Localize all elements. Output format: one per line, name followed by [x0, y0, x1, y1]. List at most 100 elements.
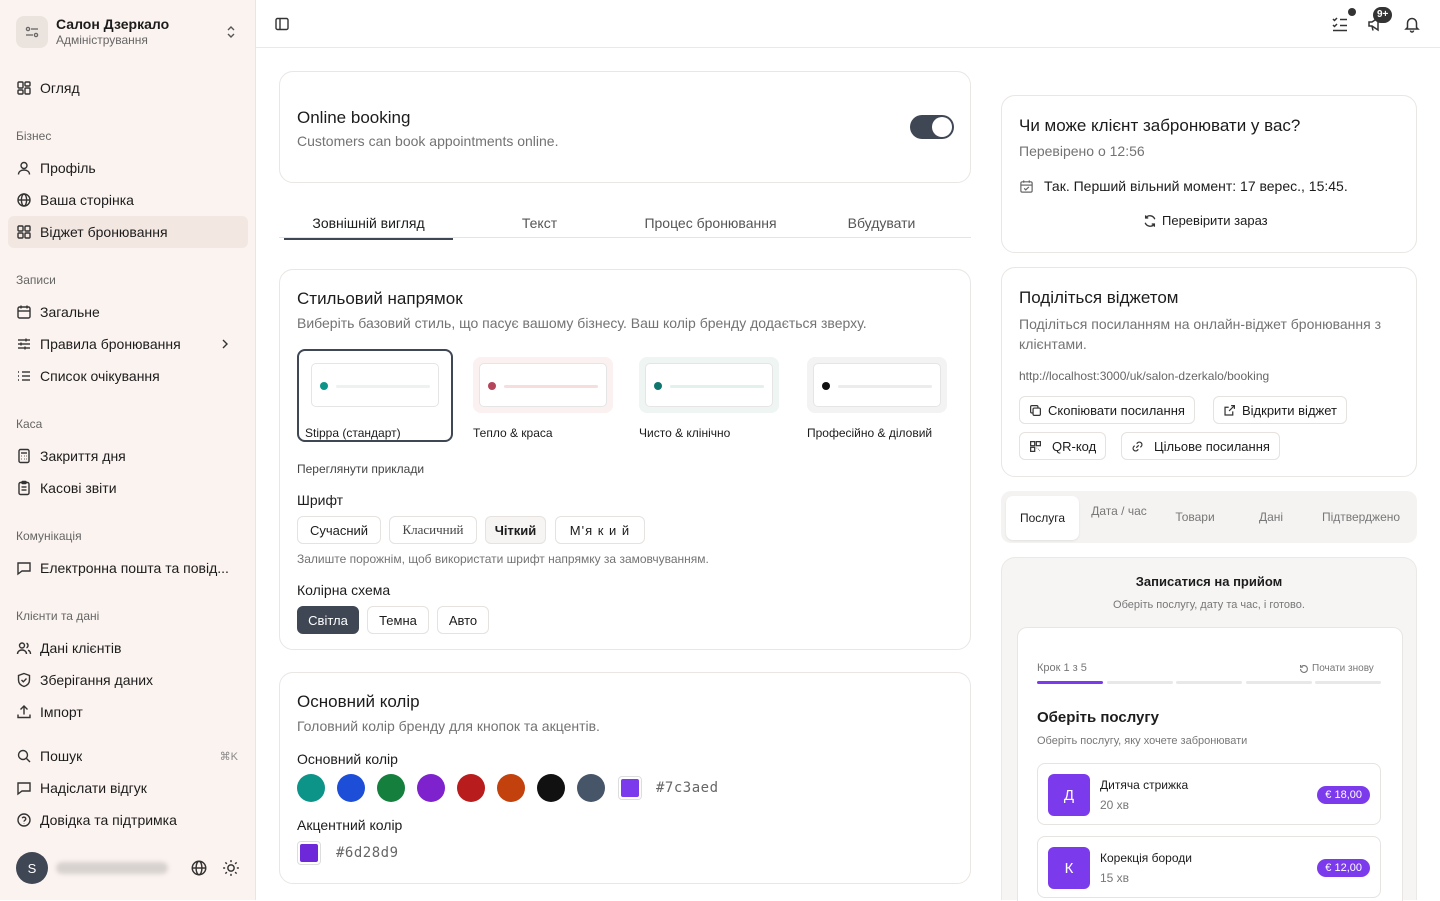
open-widget-label: Відкрити віджет: [1242, 402, 1337, 418]
bell-icon[interactable]: [1400, 12, 1424, 36]
nav-group-cash: Каса: [16, 417, 43, 431]
active-tab-indicator: [284, 238, 453, 240]
sidebar-item-label: Довідка та підтримка: [40, 812, 177, 828]
online-booking-toggle[interactable]: [910, 115, 954, 139]
sidebar-item-label: Імпорт: [40, 704, 83, 720]
sidebar-item-day-close[interactable]: Закриття дня: [8, 440, 248, 472]
nav-group-clients: Клієнти та дані: [16, 609, 100, 623]
color-swatch[interactable]: [497, 774, 525, 802]
style-option-warm[interactable]: Тепло & краса: [473, 357, 629, 450]
restart-button[interactable]: Почати знову: [1299, 663, 1374, 674]
org-subtitle: Адміністрування: [56, 33, 148, 48]
sidebar-item-label: Загальне: [40, 304, 100, 320]
sidebar-item-help[interactable]: Довідка та підтримка: [8, 804, 248, 836]
sidebar-item-overview[interactable]: Огляд: [8, 72, 248, 104]
check-now-button[interactable]: Перевірити зараз: [1143, 213, 1268, 228]
sidebar-item-email[interactable]: Електронна пошта та повід...: [8, 552, 248, 584]
tab-appearance[interactable]: Зовнішній вигляд: [284, 215, 453, 231]
rotate-ccw-icon: [1300, 664, 1308, 673]
preview-tab-confirmed[interactable]: Підтверджено: [1309, 510, 1413, 524]
sidebar-item-cash-reports[interactable]: Касові звіти: [8, 472, 248, 504]
sidebar-item-your-page[interactable]: Ваша сторінка: [8, 184, 248, 216]
user-email-blurred: [56, 862, 168, 874]
online-booking-description: Customers can book appointments online.: [297, 133, 559, 149]
service-item[interactable]: К Корекція бороди 15 хв € 12,00: [1037, 836, 1381, 898]
tasks-icon[interactable]: [1328, 12, 1352, 36]
scheme-option-auto[interactable]: Авто: [437, 606, 489, 634]
color-swatch[interactable]: [457, 774, 485, 802]
scheme-option-dark[interactable]: Темна: [367, 606, 429, 634]
accent-color-picker[interactable]: [297, 841, 321, 865]
search-icon: [17, 749, 31, 763]
tasks-dot: [1348, 8, 1356, 16]
step-progress-3: [1176, 681, 1242, 684]
color-swatch[interactable]: [337, 774, 365, 802]
upload-icon: [17, 705, 31, 719]
chevrons-up-down-icon: [224, 24, 238, 40]
service-item[interactable]: Д Дитяча стрижка 20 хв € 18,00: [1037, 763, 1381, 825]
share-url: http://localhost:3000/uk/salon-dzerkalo/…: [1019, 369, 1270, 383]
sidebar-item-waitlist[interactable]: Список очікування: [8, 360, 248, 392]
service-duration: 20 хв: [1100, 798, 1130, 812]
style-preview: [305, 357, 445, 413]
color-swatch[interactable]: [377, 774, 405, 802]
primary-color-picker[interactable]: [618, 776, 642, 800]
sun-icon[interactable]: [222, 859, 240, 877]
globe-icon[interactable]: [190, 859, 208, 877]
style-option-label: Чисто & клінічно: [639, 426, 731, 440]
color-swatch[interactable]: [417, 774, 445, 802]
sidebar-item-data-storage[interactable]: Зберігання даних: [8, 664, 248, 696]
sidebar-item-label: Закриття дня: [40, 448, 126, 464]
sidebar-item-client-data[interactable]: Дані клієнтів: [8, 632, 248, 664]
sidebar-toggle-icon[interactable]: [270, 12, 294, 36]
tab-text[interactable]: Текст: [455, 215, 624, 231]
style-option-clinical[interactable]: Чисто & клінічно: [639, 357, 795, 450]
color-swatch[interactable]: [577, 774, 605, 802]
accent-color-value[interactable]: #6d28d9: [336, 845, 399, 861]
copy-link-button[interactable]: Скопіювати посилання: [1019, 396, 1195, 424]
sidebar-item-feedback[interactable]: Надіслати відгук: [8, 772, 248, 804]
link-icon: [1132, 440, 1143, 452]
calculator-icon: [18, 448, 30, 464]
font-option-soft[interactable]: М'я к и й: [555, 516, 645, 544]
tab-embed[interactable]: Вбудувати: [797, 215, 966, 231]
style-option-business[interactable]: Професійно & діловий: [807, 357, 963, 450]
accent-color-label: Акцентний колір: [297, 817, 403, 833]
color-swatch[interactable]: [297, 774, 325, 802]
font-option-crisp[interactable]: Чіткий: [485, 516, 546, 544]
style-option-standard[interactable]: Stippa (стандарт): [305, 357, 461, 450]
sidebar-item-profile[interactable]: Профіль: [8, 152, 248, 184]
preview-tab-service[interactable]: Послуга: [1006, 496, 1079, 540]
globe-icon: [17, 193, 31, 207]
sidebar-item-label: Профіль: [40, 160, 96, 176]
font-option-classic[interactable]: Класичний: [389, 516, 477, 544]
users-icon: [16, 642, 32, 655]
target-link-button[interactable]: Цільове посилання: [1121, 432, 1280, 460]
availability-check-card: Чи може клієнт забронювати у вас? Переві…: [1001, 95, 1417, 253]
sidebar-item-import[interactable]: Імпорт: [8, 696, 248, 728]
service-price: € 12,00: [1317, 859, 1370, 877]
user-menu[interactable]: S: [16, 852, 248, 884]
user-icon: [17, 161, 31, 175]
sidebar-item-search[interactable]: Пошук ⌘K: [8, 740, 248, 772]
preview-tab-datetime[interactable]: Дата / час: [1083, 503, 1155, 519]
sidebar-item-general[interactable]: Загальне: [8, 296, 248, 328]
sidebar-item-booking-rules[interactable]: Правила бронювання: [8, 328, 248, 360]
color-swatch[interactable]: [537, 774, 565, 802]
scheme-option-light[interactable]: Світла: [297, 606, 359, 634]
online-booking-title: Online booking: [297, 108, 411, 127]
sidebar-item-booking-widget[interactable]: Віджет бронювання: [8, 216, 248, 248]
clipboard-icon: [18, 480, 30, 496]
preview-tab-details[interactable]: Дані: [1235, 510, 1307, 524]
qr-code-button[interactable]: QR-код: [1019, 432, 1107, 460]
message-icon: [17, 562, 31, 576]
primary-color-value[interactable]: #7c3aed: [656, 780, 719, 796]
share-description: Поділіться посиланням на онлайн-віджет б…: [1019, 316, 1382, 352]
open-widget-button[interactable]: Відкрити віджет: [1213, 396, 1347, 424]
refresh-icon: [1144, 214, 1156, 227]
tab-booking-process[interactable]: Процес бронювання: [626, 215, 795, 231]
preview-tab-products[interactable]: Товари: [1159, 510, 1231, 524]
font-option-modern[interactable]: Сучасний: [297, 516, 381, 544]
org-switcher[interactable]: Салон Дзеркало Адміністрування: [8, 8, 248, 56]
view-examples-link[interactable]: Переглянути приклади: [297, 462, 424, 476]
